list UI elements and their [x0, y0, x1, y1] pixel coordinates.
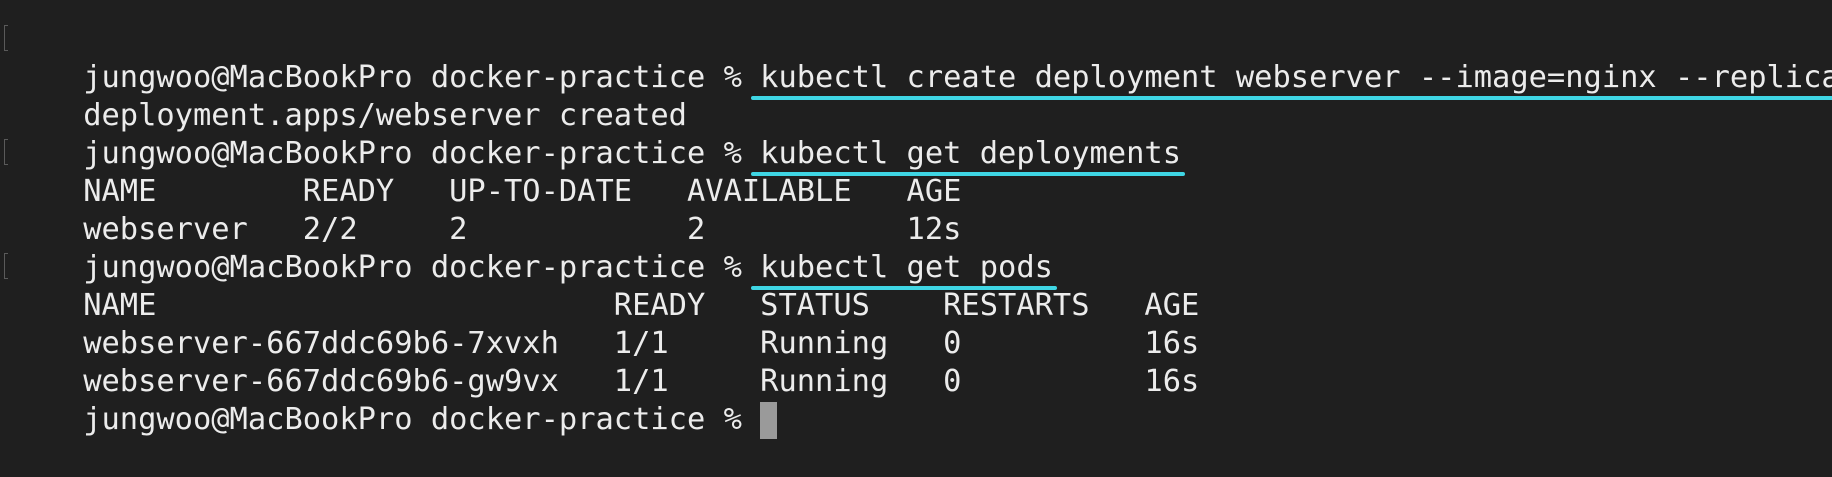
terminal-line-4: NAME READY UP-TO-DATE AVAILABLE AGE: [4, 135, 1832, 209]
text-cursor[interactable]: [760, 402, 778, 439]
terminal-line-7: NAME READY STATUS RESTARTS AGE: [4, 249, 1832, 323]
line-mark-bracket: [4, 25, 8, 51]
terminal-line-6: jungwoo@MacBookPro docker-practice % kub…: [10, 211, 1832, 290]
terminal-line-9: webserver-667ddc69b6-gw9vx 1/1 Running 0…: [10, 325, 1832, 399]
line-mark-bracket: [4, 139, 8, 165]
terminal-line-1: jungwoo@MacBookPro docker-practice % kub…: [4, 21, 1832, 100]
terminal-line-5: webserver 2/2 2 2 12s: [10, 173, 1832, 247]
terminal-line-3: jungwoo@MacBookPro docker-practice % kub…: [10, 97, 1832, 176]
terminal-line-2: deployment.apps/webserver created: [10, 59, 1832, 133]
prompt-text: jungwoo@MacBookPro docker-practice %: [83, 402, 761, 437]
terminal-line-8: webserver-667ddc69b6-7xvxh 1/1 Running 0…: [10, 287, 1832, 361]
terminal-line-10[interactable]: jungwoo@MacBookPro docker-practice %: [10, 363, 1832, 439]
terminal-window[interactable]: jungwoo@MacBookPro docker-practice % kub…: [0, 0, 1832, 439]
line-mark-bracket: [4, 253, 8, 279]
